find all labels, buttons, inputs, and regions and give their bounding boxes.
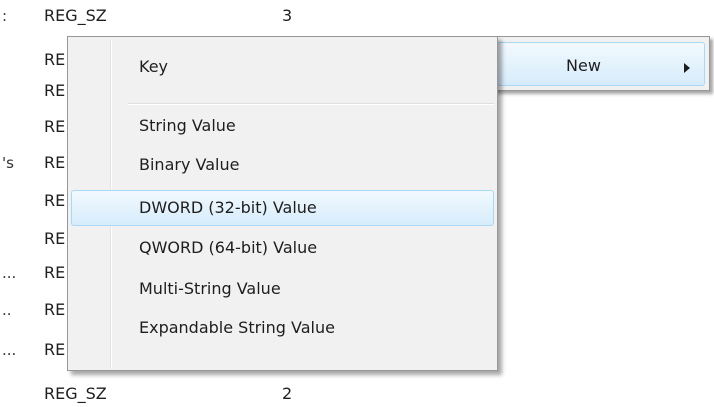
value-type: RE bbox=[44, 340, 66, 359]
menu-item-binary-value[interactable]: Binary Value bbox=[71, 147, 494, 183]
value-name-fragment: ... bbox=[2, 341, 17, 359]
list-item[interactable]: REG_SZ 2 bbox=[0, 383, 714, 405]
new-submenu: Key String Value Binary Value DWORD (32-… bbox=[67, 36, 498, 371]
value-name-fragment: ... bbox=[2, 264, 17, 282]
value-type: RE bbox=[44, 300, 66, 319]
menu-item-label: DWORD (32-bit) Value bbox=[139, 198, 317, 217]
value-type: REG_SZ bbox=[44, 384, 107, 403]
list-item[interactable]: : REG_SZ 3 bbox=[0, 5, 714, 27]
value-type: REG_SZ bbox=[44, 6, 107, 25]
value-name-fragment: 's bbox=[2, 154, 14, 172]
list-item[interactable]: 's RE bbox=[0, 152, 68, 174]
value-type: RE bbox=[44, 153, 66, 172]
list-item[interactable]: RE bbox=[0, 49, 68, 71]
chevron-right-icon bbox=[684, 63, 690, 73]
list-item[interactable]: RE bbox=[0, 116, 68, 138]
context-menu: New bbox=[493, 36, 710, 91]
menu-item-key[interactable]: Key bbox=[71, 49, 494, 85]
menu-item-label: Key bbox=[139, 57, 169, 76]
list-item[interactable]: RE bbox=[0, 190, 68, 212]
value-type: RE bbox=[44, 50, 66, 69]
list-item[interactable]: ... RE bbox=[0, 339, 68, 361]
value-data: 3 bbox=[282, 6, 293, 25]
menu-item-string-value[interactable]: String Value bbox=[71, 108, 494, 144]
menu-item-multi-string-value[interactable]: Multi-String Value bbox=[71, 271, 494, 307]
list-item[interactable]: RE bbox=[0, 228, 68, 250]
list-item[interactable]: ... RE bbox=[0, 262, 68, 284]
menu-item-label: QWORD (64-bit) Value bbox=[139, 238, 318, 257]
list-item[interactable]: .. RE bbox=[0, 299, 68, 321]
menu-item-label: Binary Value bbox=[139, 155, 240, 174]
menu-separator bbox=[128, 103, 494, 105]
value-type: RE bbox=[44, 117, 66, 136]
menu-item-expandable-string-value[interactable]: Expandable String Value bbox=[71, 310, 494, 346]
menu-item-label: String Value bbox=[139, 116, 236, 135]
menu-item-label: New bbox=[566, 56, 601, 75]
menu-item-label: Expandable String Value bbox=[139, 318, 335, 337]
value-type: RE bbox=[44, 81, 66, 100]
value-name-fragment: : bbox=[2, 7, 8, 25]
value-name-fragment: .. bbox=[2, 301, 12, 319]
value-type: RE bbox=[44, 191, 66, 210]
menu-item-new[interactable]: New bbox=[497, 42, 705, 86]
value-data: 2 bbox=[282, 384, 293, 403]
menu-item-qword-value[interactable]: QWORD (64-bit) Value bbox=[71, 230, 494, 266]
list-item[interactable]: RE bbox=[0, 80, 68, 102]
menu-item-dword-value[interactable]: DWORD (32-bit) Value bbox=[71, 190, 494, 226]
value-type: RE bbox=[44, 263, 66, 282]
menu-item-label: Multi-String Value bbox=[139, 279, 281, 298]
value-type: RE bbox=[44, 229, 66, 248]
